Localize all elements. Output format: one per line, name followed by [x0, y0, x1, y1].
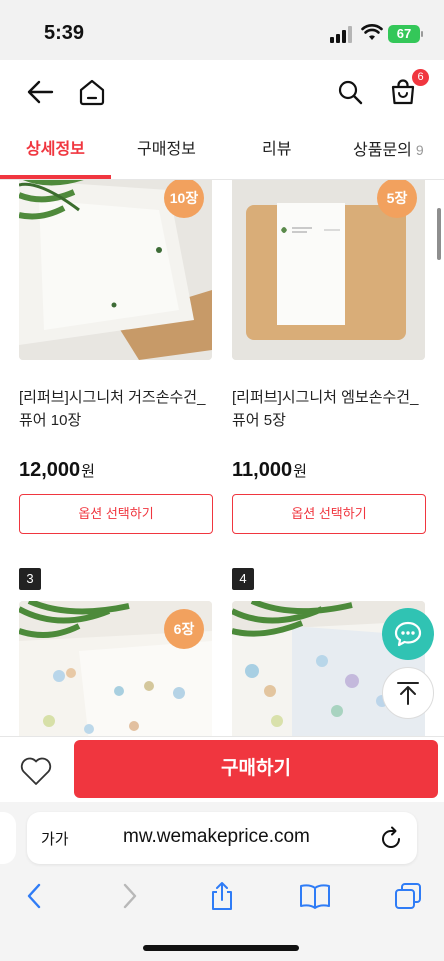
search-icon	[338, 80, 363, 105]
product-price: 11,000원	[232, 459, 307, 482]
tab-label: 리뷰	[262, 141, 292, 158]
wishlist-button[interactable]	[16, 751, 56, 791]
product-image[interactable]: 6장	[19, 601, 212, 736]
home-button[interactable]	[72, 72, 112, 112]
bookmarks-button[interactable]	[297, 880, 333, 912]
product-list: 10장 [리퍼브]시그니처 거즈손수건_퓨어 10장 12,000원 옵션 선택…	[0, 180, 444, 736]
select-option-button[interactable]: 옵션 선택하기	[19, 494, 213, 534]
product-number-badge: 4	[232, 568, 254, 590]
tab-qna-count: 9	[415, 142, 424, 158]
app-header	[0, 60, 444, 122]
browser-toolbar: 가가 mw.wemakeprice.com	[0, 802, 444, 961]
cart-count-badge: 6	[412, 69, 429, 86]
quantity-badge: 6장	[164, 609, 204, 649]
price-currency: 원	[81, 463, 95, 480]
tabs-icon	[395, 883, 421, 909]
price-currency: 원	[293, 463, 307, 480]
product-image[interactable]: 5장	[232, 180, 425, 360]
browser-back-button[interactable]	[16, 880, 52, 912]
arrow-up-to-top-icon	[397, 682, 419, 705]
previous-tab-peek[interactable]	[0, 812, 16, 864]
book-icon	[300, 884, 330, 909]
cellular-signal-icon	[330, 25, 354, 43]
battery-tip	[421, 31, 423, 37]
home-icon	[79, 79, 105, 106]
status-bar: 5:39 67	[0, 0, 444, 60]
heart-icon	[20, 757, 52, 785]
share-button[interactable]	[204, 880, 240, 912]
home-indicator	[143, 945, 299, 951]
browser-forward-button[interactable]	[112, 880, 148, 912]
chevron-right-icon	[123, 883, 137, 909]
chat-bubble-icon	[394, 621, 422, 647]
scroll-to-top-button[interactable]	[382, 667, 434, 719]
select-option-button[interactable]: 옵션 선택하기	[232, 494, 426, 534]
detail-tabs: 상세정보 구매정보 리뷰 상품문의 9	[0, 122, 444, 180]
purchase-bar: 구매하기	[0, 736, 444, 802]
back-button[interactable]	[20, 72, 60, 112]
scrollbar-thumb[interactable]	[437, 208, 441, 260]
tab-qna[interactable]: 상품문의 9	[353, 122, 424, 178]
status-time: 5:39	[44, 22, 85, 44]
price-value: 12,000	[19, 459, 81, 481]
url-text[interactable]: mw.wemakeprice.com	[123, 826, 310, 848]
battery-indicator: 67	[388, 25, 420, 43]
wifi-icon	[361, 24, 383, 40]
address-bar[interactable]: 가가 mw.wemakeprice.com	[27, 812, 417, 864]
tab-review[interactable]: 리뷰	[262, 122, 291, 178]
product-name[interactable]: [리퍼브]시그니처 거즈손수건_퓨어 10장	[19, 386, 219, 432]
chat-button[interactable]	[382, 608, 434, 660]
search-button[interactable]	[330, 72, 370, 112]
chevron-left-icon	[27, 883, 41, 909]
product-image[interactable]: 10장	[19, 180, 212, 360]
product-number-badge: 3	[19, 568, 41, 590]
tab-purchase-info[interactable]: 구매정보	[137, 122, 196, 178]
arrow-left-icon	[27, 80, 54, 104]
share-icon	[212, 882, 232, 910]
product-name[interactable]: [리퍼브]시그니처 엠보손수건_퓨어 5장	[232, 386, 432, 432]
tabs-button[interactable]	[390, 880, 426, 912]
tab-label: 상세정보	[26, 141, 85, 158]
page-settings-button[interactable]: 가가	[41, 828, 69, 849]
price-value: 11,000	[232, 459, 293, 481]
product-price: 12,000원	[19, 459, 95, 482]
reload-icon[interactable]	[379, 825, 403, 851]
active-tab-indicator	[0, 175, 111, 179]
tab-label: 구매정보	[137, 141, 196, 158]
tab-detail[interactable]: 상세정보	[26, 122, 85, 178]
tab-label: 상품문의	[353, 142, 412, 159]
buy-now-button[interactable]: 구매하기	[74, 740, 438, 798]
